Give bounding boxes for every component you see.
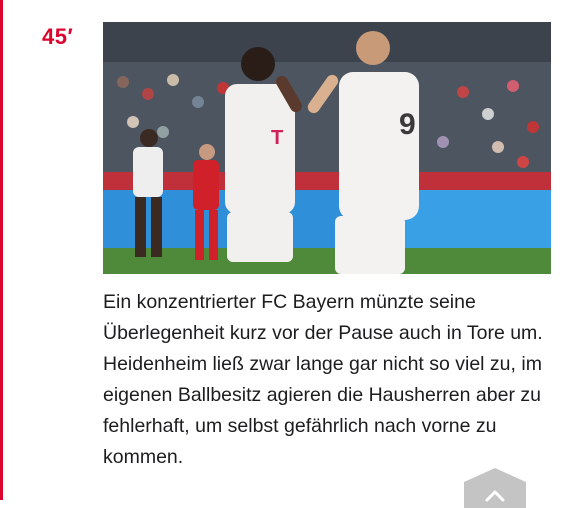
entry-text: Ein konzentrierter FC Bayern münzte sein… xyxy=(103,291,543,468)
scroll-button-shape xyxy=(464,468,526,508)
svg-text:T: T xyxy=(271,127,283,149)
svg-text:9: 9 xyxy=(399,108,416,141)
scroll-to-top-button[interactable] xyxy=(464,468,526,508)
match-photo: T 9 xyxy=(103,22,551,274)
timeline-line xyxy=(0,0,3,500)
minute-marker: 45′ xyxy=(42,24,74,49)
